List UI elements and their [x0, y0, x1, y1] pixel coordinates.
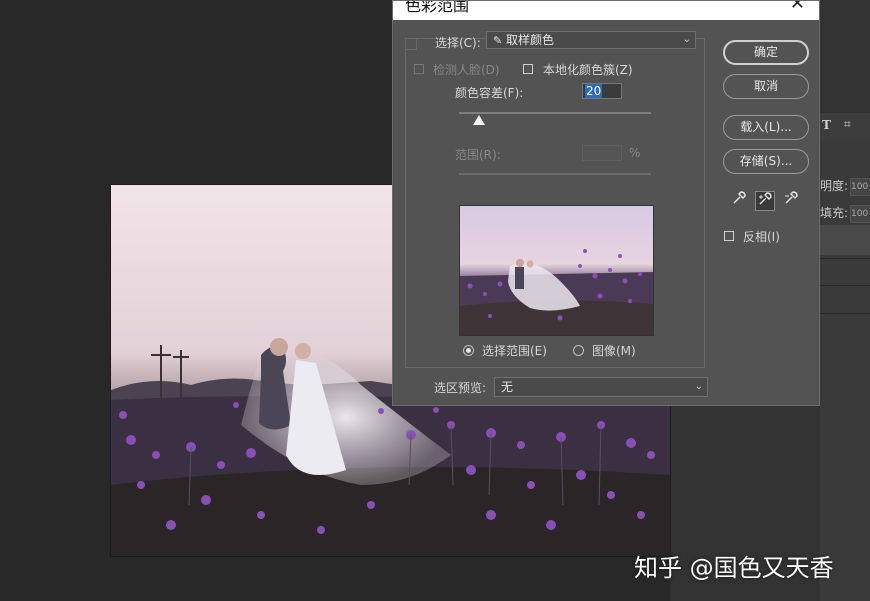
dialog-title-bar[interactable]: 色彩范围 ✕	[393, 1, 819, 20]
fill-label: 填充:	[820, 206, 849, 220]
localized-clusters-checkbox[interactable]	[523, 64, 533, 74]
range-input[interactable]	[582, 145, 622, 161]
fuzziness-label: 颜色容差(F):	[455, 86, 524, 100]
localized-clusters-label: 本地化颜色簇(Z)	[543, 63, 633, 77]
radio-image-label: 图像(M)	[592, 344, 636, 358]
panel-divider	[820, 258, 870, 259]
eyedropper-plus-icon[interactable]	[755, 191, 775, 211]
group-corner-box	[405, 38, 417, 50]
chevron-down-icon: ⌄	[682, 34, 691, 45]
save-button[interactable]: 存储(S)...	[723, 149, 809, 174]
color-range-dialog: 色彩范围 ✕ 选择(C): ✎ 取样颜色 ⌄ 检测人脸(D) 本地化颜色簇(Z)…	[392, 0, 820, 406]
radio-image[interactable]	[573, 345, 584, 356]
panel-divider	[820, 313, 870, 314]
text-layer-icon[interactable]: T	[822, 118, 831, 132]
opacity-label: 明度:	[820, 179, 849, 193]
range-unit: %	[629, 146, 641, 160]
radio-selection[interactable]	[463, 345, 474, 356]
dialog-title: 色彩范围	[405, 1, 470, 15]
fill-input[interactable]: 100	[850, 204, 870, 223]
panel-rows: 明度: 100 填充: 100	[820, 141, 870, 601]
watermark-text: 知乎 @国色又天香	[634, 554, 834, 582]
eyedropper-icon[interactable]	[729, 191, 749, 211]
panel-divider	[820, 285, 870, 286]
radio-selection-label: 选择范围(E)	[482, 344, 547, 358]
close-icon[interactable]: ✕	[790, 1, 805, 14]
range-slider-track[interactable]	[459, 173, 651, 175]
selection-preview	[459, 205, 654, 336]
select-dropdown[interactable]: ✎ 取样颜色 ⌄	[486, 31, 696, 49]
opacity-input[interactable]: 100	[850, 177, 870, 196]
selection-preview-value: 无	[501, 380, 514, 394]
opacity-row: 明度: 100	[820, 177, 870, 201]
detect-faces-checkbox[interactable]	[414, 64, 424, 74]
fuzziness-input[interactable]: 20	[582, 83, 622, 99]
transform-icon[interactable]: ⌗	[844, 117, 851, 132]
invert-checkbox[interactable]	[724, 231, 734, 241]
fuzziness-slider-thumb[interactable]	[473, 115, 485, 125]
selection-preview-dropdown[interactable]: 无 ⌄	[494, 377, 708, 397]
chevron-down-icon: ⌄	[694, 381, 703, 392]
eyedropper-minus-icon[interactable]	[781, 191, 801, 211]
load-button[interactable]: 载入(L)...	[723, 115, 809, 140]
selected-layer-row[interactable]	[820, 225, 870, 255]
fuzziness-value: 20	[585, 84, 603, 98]
selection-preview-label: 选区预览:	[434, 381, 487, 395]
fuzziness-slider-track[interactable]	[459, 112, 651, 114]
invert-label: 反相(I)	[743, 230, 780, 244]
select-value: 取样颜色	[506, 33, 555, 47]
ok-button[interactable]: 确定	[723, 40, 809, 65]
cancel-button[interactable]: 取消	[723, 74, 809, 99]
select-label: 选择(C):	[435, 36, 481, 50]
range-label: 范围(R):	[455, 148, 501, 162]
preview-image	[460, 206, 653, 335]
detect-faces-label: 检测人脸(D)	[433, 63, 500, 77]
eyedropper-icon: ✎	[493, 34, 503, 47]
